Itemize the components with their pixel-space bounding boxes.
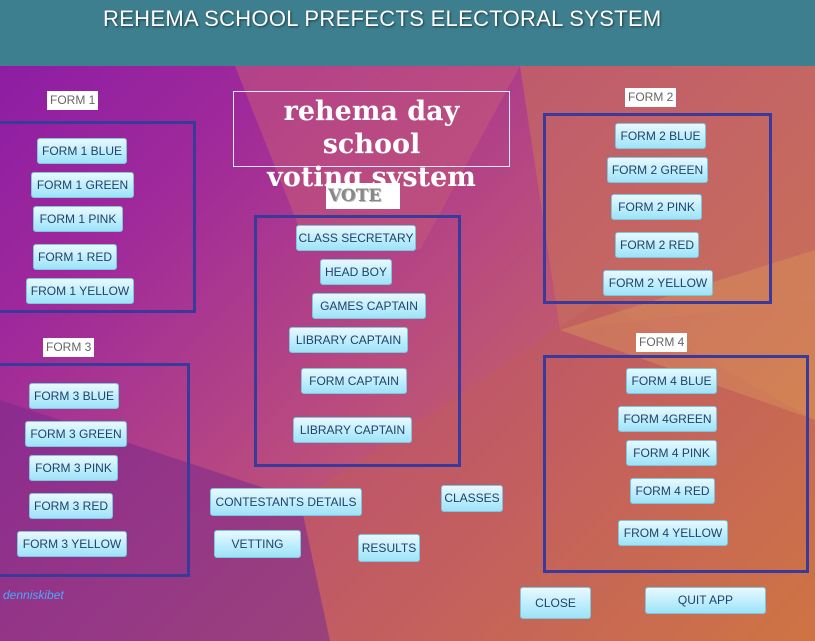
form3-yellow-button[interactable]: FORM 3 YELLOW bbox=[17, 531, 127, 557]
head-boy-button[interactable]: HEAD BOY bbox=[320, 259, 392, 285]
form1-red-button[interactable]: FORM 1 RED bbox=[33, 244, 117, 270]
form-captain-button[interactable]: FORM CAPTAIN bbox=[301, 368, 407, 394]
form4-blue-button[interactable]: FORM 4 BLUE bbox=[626, 368, 717, 394]
form2-green-button[interactable]: FORM 2 GREEN bbox=[607, 157, 708, 183]
vetting-button[interactable]: VETTING bbox=[214, 530, 301, 558]
close-button[interactable]: CLOSE bbox=[520, 587, 591, 619]
quit-app-button[interactable]: QUIT APP bbox=[645, 587, 766, 614]
class-secretary-button[interactable]: CLASS SECRETARY bbox=[296, 225, 416, 251]
library-captain-button[interactable]: LIBRARY CAPTAIN bbox=[289, 327, 408, 353]
games-captain-button[interactable]: GAMES CAPTAIN bbox=[312, 293, 426, 319]
form4-green-button[interactable]: FORM 4GREEN bbox=[618, 406, 717, 432]
subtitle-line-1: rehema day school bbox=[283, 96, 460, 160]
contestants-details-button[interactable]: CONTESTANTS DETAILS bbox=[210, 488, 362, 516]
form2-red-button[interactable]: FORM 2 RED bbox=[615, 232, 699, 258]
form3-red-button[interactable]: FORM 3 RED bbox=[29, 493, 113, 519]
app-title: REHEMA SCHOOL PREFECTS ELECTORAL SYSTEM bbox=[103, 6, 662, 31]
form4-yellow-button[interactable]: FROM 4 YELLOW bbox=[618, 520, 728, 546]
form1-pink-button[interactable]: FORM 1 PINK bbox=[33, 206, 123, 232]
app-window: REHEMA SCHOOL PREFECTS ELECTORAL SYSTEM … bbox=[0, 0, 815, 641]
title-bar: REHEMA SCHOOL PREFECTS ELECTORAL SYSTEM bbox=[0, 0, 815, 66]
form1-label: FORM 1 bbox=[47, 91, 99, 110]
form1-green-button[interactable]: FORM 1 GREEN bbox=[31, 172, 134, 198]
form2-pink-button[interactable]: FORM 2 PINK bbox=[611, 194, 702, 220]
form4-pink-button[interactable]: FORM 4 PINK bbox=[626, 440, 717, 466]
classes-button[interactable]: CLASSES bbox=[441, 485, 503, 512]
form1-yellow-button[interactable]: FROM 1 YELLOW bbox=[26, 278, 134, 304]
form2-label: FORM 2 bbox=[625, 88, 677, 107]
form3-green-button[interactable]: FORM 3 GREEN bbox=[25, 421, 127, 447]
results-button[interactable]: RESULTS bbox=[358, 534, 420, 562]
form4-label: FORM 4 bbox=[636, 333, 688, 352]
developer-credit: denniskibet bbox=[3, 588, 64, 602]
form2-yellow-button[interactable]: FORM 2 YELLOW bbox=[603, 270, 713, 296]
form4-red-button[interactable]: FORM 4 RED bbox=[630, 478, 715, 504]
vote-label: VOTE bbox=[326, 183, 400, 209]
form3-blue-button[interactable]: FORM 3 BLUE bbox=[29, 383, 119, 409]
form3-pink-button[interactable]: FORM 3 PINK bbox=[29, 455, 118, 481]
library-captain-2-button[interactable]: LIBRARY CAPTAIN bbox=[293, 417, 412, 443]
form3-label: FORM 3 bbox=[43, 338, 95, 357]
form2-blue-button[interactable]: FORM 2 BLUE bbox=[615, 123, 706, 149]
school-subtitle: rehema day school voting system bbox=[233, 91, 510, 193]
form1-blue-button[interactable]: FORM 1 BLUE bbox=[37, 138, 127, 164]
